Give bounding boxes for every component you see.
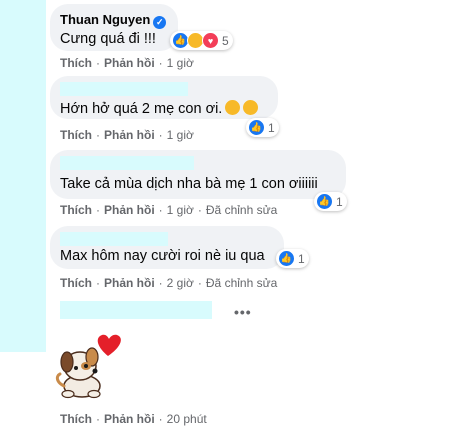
redacted-author-name (60, 156, 194, 170)
comment-text: Max hôm nay cười roi nè iu qua (60, 248, 265, 264)
reply-link[interactable]: Phản hồi (104, 128, 155, 142)
smiling-face-hearts-emoji-icon (243, 100, 259, 115)
redacted-author-name (60, 82, 188, 96)
reply-link[interactable]: Phản hồi (104, 56, 155, 70)
like-link[interactable]: Thích (60, 203, 92, 217)
reaction-summary[interactable]: 👍 1 (314, 192, 347, 211)
comment-actions: Thích · Phản hồi · 20 phút (60, 412, 207, 426)
reaction-count: 1 (336, 194, 343, 209)
comment-text: Cưng quá đi !!! (60, 31, 156, 47)
like-reaction-icon: 👍 (278, 250, 295, 267)
like-reaction-icon: 👍 (248, 119, 265, 136)
reaction-summary[interactable]: 👍 1 (246, 118, 279, 137)
like-link[interactable]: Thích (60, 56, 92, 70)
reply-link[interactable]: Phản hồi (104, 203, 155, 217)
timestamp[interactable]: 1 giờ (167, 56, 194, 70)
reaction-summary[interactable]: 👍 1 (276, 249, 309, 268)
like-link[interactable]: Thích (60, 276, 92, 290)
timestamp[interactable]: 2 giờ (167, 276, 194, 290)
comment-author[interactable]: Thuan Nguyen ✓ (60, 12, 167, 29)
comment-actions: Thích · Phản hồi · 2 giờ · Đã chỉnh sửa (60, 276, 278, 290)
redacted-avatar-column (0, 0, 46, 352)
comment-bubble-3: Take cả mùa dịch nha bà mẹ 1 con ơiiiiii (50, 150, 346, 199)
comment-bubble-4: Max hôm nay cười roi nè iu qua (50, 226, 284, 269)
like-link[interactable]: Thích (60, 412, 92, 426)
redacted-author-name (60, 301, 212, 319)
timestamp[interactable]: 20 phút (167, 412, 207, 426)
comment-actions: Thích · Phản hồi · 1 giờ (60, 56, 194, 70)
comment-bubble-1: Thuan Nguyen ✓ Cưng quá đi !!! (50, 4, 178, 51)
reaction-summary[interactable]: 👍 ♥ 5 (170, 31, 233, 50)
reaction-count: 1 (298, 251, 305, 266)
verified-badge-icon: ✓ (153, 16, 167, 29)
heart-reaction-icon: ♥ (202, 32, 219, 49)
timestamp[interactable]: 1 giờ (167, 203, 194, 217)
puppy-heart-sticker[interactable] (50, 330, 130, 405)
reply-link[interactable]: Phản hồi (104, 412, 155, 426)
redacted-author-name (60, 232, 168, 246)
edited-label[interactable]: Đã chỉnh sửa (206, 276, 277, 290)
comment-bubble-2: Hớn hở quá 2 mẹ con ơi. (50, 76, 278, 119)
like-reaction-icon: 👍 (316, 193, 333, 210)
edited-label[interactable]: Đã chỉnh sửa (206, 203, 277, 217)
reaction-count: 5 (222, 33, 229, 48)
comment-text: Hớn hở quá 2 mẹ con ơi. (60, 100, 259, 117)
comment-actions: Thích · Phản hồi · 1 giờ · Đã chỉnh sửa (60, 203, 278, 217)
reaction-count: 1 (268, 120, 275, 135)
comment-actions: Thích · Phản hồi · 1 giờ (60, 128, 194, 142)
like-link[interactable]: Thích (60, 128, 92, 142)
smiling-face-hearts-emoji-icon (225, 100, 241, 115)
reply-link[interactable]: Phản hồi (104, 276, 155, 290)
comment-text: Take cả mùa dịch nha bà mẹ 1 con ơiiiiii (60, 176, 318, 192)
more-options-icon[interactable]: ••• (234, 304, 252, 320)
timestamp[interactable]: 1 giờ (167, 128, 194, 142)
